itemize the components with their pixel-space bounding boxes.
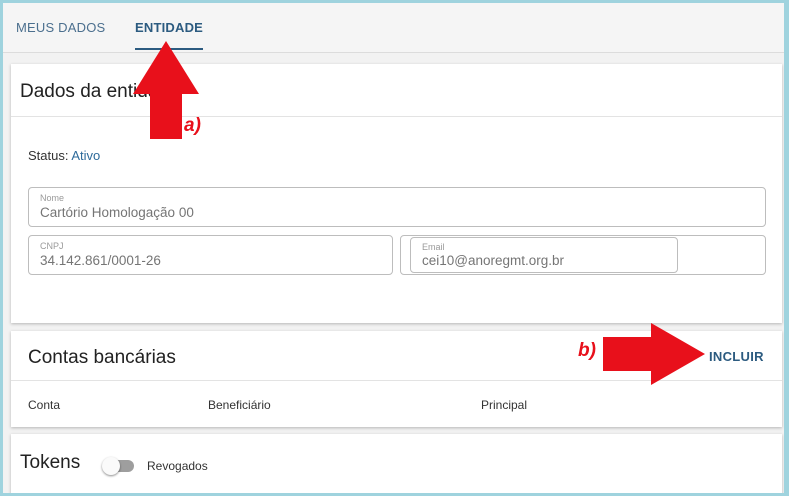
status-value: Ativo	[71, 148, 101, 163]
annotation-a: a)	[184, 115, 201, 136]
toggle-knob	[102, 457, 120, 475]
app-window: MEUS DADOS ENTIDADE Dados da entidade St…	[3, 3, 784, 493]
column-header-conta: Conta	[28, 398, 61, 412]
status-line: Status: Ativo	[28, 148, 100, 163]
divider	[11, 116, 782, 117]
status-label: Status:	[28, 148, 69, 163]
nome-field-value: Cartório Homologação 00	[40, 205, 194, 220]
entity-card: Dados da entidade Status: Ativo Nome Car…	[11, 64, 782, 323]
incluir-button[interactable]: INCLUIR	[709, 349, 764, 364]
email-field[interactable]: Email cei10@anoregmt.org.br	[410, 237, 678, 273]
email-field-value: cei10@anoregmt.org.br	[422, 253, 565, 268]
column-header-principal: Principal	[481, 398, 528, 412]
cnpj-field[interactable]: CNPJ 34.142.861/0001-26	[28, 235, 393, 275]
tokens-card: Tokens Revogados	[11, 434, 782, 493]
email-field-label: Email	[422, 242, 445, 252]
nome-field[interactable]: Nome Cartório Homologação 00	[28, 187, 766, 227]
bank-accounts-title: Contas bancárias	[28, 347, 176, 368]
tab-bar: MEUS DADOS ENTIDADE	[3, 3, 784, 53]
revogados-toggle-label: Revogados	[147, 459, 208, 473]
annotation-b: b)	[578, 340, 596, 361]
column-header-beneficiario: Beneficiário	[208, 398, 271, 412]
arrow-right-annotation-icon	[603, 323, 705, 385]
cnpj-field-label: CNPJ	[40, 241, 64, 251]
cnpj-field-value: 34.142.861/0001-26	[40, 253, 161, 268]
nome-field-label: Nome	[40, 193, 65, 203]
tab-meus-dados[interactable]: MEUS DADOS	[16, 20, 105, 48]
tokens-title: Tokens	[20, 452, 81, 473]
revogados-toggle-switch[interactable]	[102, 457, 136, 475]
